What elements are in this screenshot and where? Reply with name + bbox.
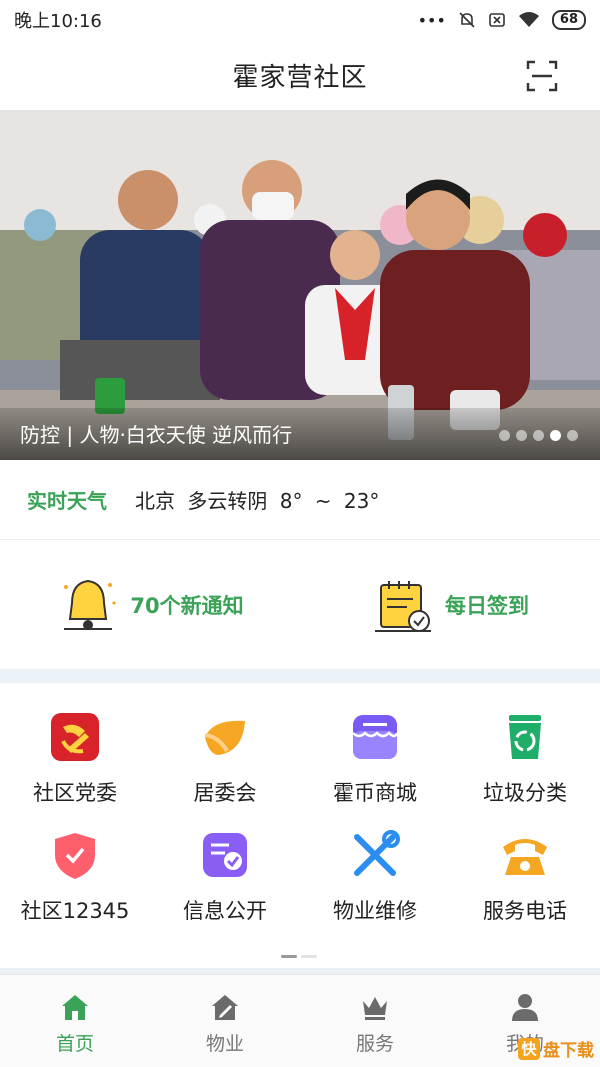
recycle-bin-icon <box>509 715 541 759</box>
service-label: 社区12345 <box>20 899 130 923</box>
banner-dot[interactable] <box>567 430 578 441</box>
service-label: 居委会 <box>193 781 257 805</box>
new-notices-label: 70个新通知 <box>130 594 244 618</box>
tab-label: 首页 <box>55 1033 94 1055</box>
wifi-icon <box>518 12 539 27</box>
banner-pagination <box>499 430 578 441</box>
service-label: 社区党委 <box>33 781 117 805</box>
watermark-text: 盘下载 <box>543 1041 594 1061</box>
home-icon <box>62 995 88 1020</box>
tab-services[interactable]: 服务 <box>300 975 450 1067</box>
mute-bell-icon <box>459 12 475 28</box>
service-info-disclosure[interactable]: 信息公开 <box>150 829 300 925</box>
store-icon <box>352 715 399 759</box>
page-title: 霍家营社区 <box>232 62 368 93</box>
service-label: 信息公开 <box>183 899 267 923</box>
tab-home[interactable]: 首页 <box>0 975 150 1067</box>
calendar-checkin-icon <box>375 581 431 632</box>
banner-dot[interactable] <box>533 430 544 441</box>
app-header: 霍家营社区 <box>0 40 600 110</box>
banner-carousel[interactable]: 防控 | 人物·白衣天使 逆风而行 <box>0 110 600 460</box>
service-party-committee[interactable]: 社区党委 <box>0 711 150 807</box>
banner-dot[interactable] <box>499 430 510 441</box>
pager-dot-active <box>281 955 297 958</box>
daily-checkin-label: 每日签到 <box>445 594 529 618</box>
service-community-12345[interactable]: 社区12345 <box>0 829 150 925</box>
scan-icon[interactable] <box>526 60 558 92</box>
party-emblem-icon <box>51 713 99 761</box>
tools-icon <box>354 830 400 876</box>
document-check-icon <box>203 833 247 877</box>
bell-icon <box>64 579 116 630</box>
grid-pager <box>281 955 317 958</box>
battery-icon: 68 <box>551 10 586 30</box>
service-coin-mall[interactable]: 霍币商城 <box>300 711 450 807</box>
service-property-repair[interactable]: 物业维修 <box>300 829 450 925</box>
watermark-badge: 快 <box>518 1037 540 1060</box>
notice-row: 70个新通知 每日签到 <box>0 541 600 669</box>
crown-icon <box>363 997 387 1020</box>
tab-label: 物业 <box>205 1033 244 1055</box>
leaf-icon <box>204 720 245 755</box>
pager-dot <box>301 955 317 958</box>
service-label: 垃圾分类 <box>483 781 567 805</box>
tab-property[interactable]: 物业 <box>150 975 300 1067</box>
tab-label: 服务 <box>355 1033 394 1055</box>
service-phone[interactable]: 服务电话 <box>450 829 600 925</box>
more-dots-icon: ••• <box>417 10 446 30</box>
banner-dot[interactable] <box>516 430 527 441</box>
bottom-tab-bar: 首页 物业 服务 我的 <box>0 974 600 1067</box>
new-notices-button[interactable]: 70个新通知 <box>0 541 300 669</box>
status-time: 晚上10:16 <box>14 11 102 32</box>
service-label: 物业维修 <box>333 899 417 923</box>
daily-checkin-button[interactable]: 每日签到 <box>300 541 600 669</box>
status-bar: 晚上10:16 ••• 68 <box>0 0 600 40</box>
banner-caption[interactable]: 防控 | 人物·白衣天使 逆风而行 <box>20 419 292 448</box>
section-divider <box>0 669 600 683</box>
house-edit-icon <box>212 995 238 1020</box>
weather-bar: 实时天气 北京 多云转阴 8° ~ 23° <box>0 460 600 540</box>
status-icons: ••• 68 <box>418 10 586 30</box>
telephone-icon <box>503 839 547 875</box>
service-grid: 社区党委 居委会 霍币商城 垃圾分类 社区12345 信息公开 物业维修 服务电… <box>0 683 600 968</box>
sim-off-icon <box>489 13 505 27</box>
banner-dot-active[interactable] <box>550 430 561 441</box>
watermark: 快 盘下载 <box>518 1036 594 1061</box>
weather-label: 实时天气 <box>27 489 107 513</box>
shield-heart-icon <box>55 833 95 879</box>
service-garbage-sorting[interactable]: 垃圾分类 <box>450 711 600 807</box>
service-residents-committee[interactable]: 居委会 <box>150 711 300 807</box>
weather-info: 北京 多云转阴 8° ~ 23° <box>135 489 380 513</box>
user-icon <box>512 994 538 1021</box>
service-label: 霍币商城 <box>333 781 417 805</box>
service-label: 服务电话 <box>483 899 567 923</box>
